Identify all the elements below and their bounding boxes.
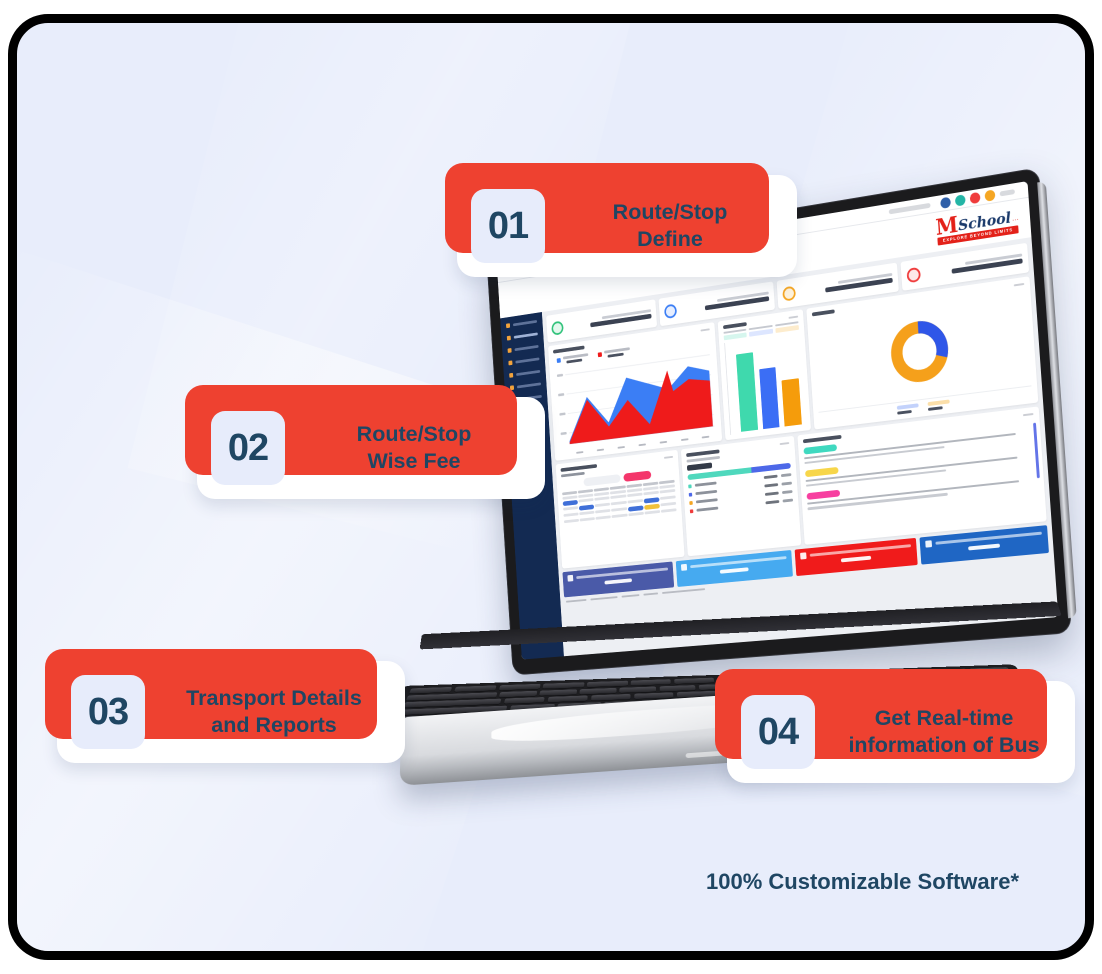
feature-card-04[interactable]: 04 Get Real-time information of Bus xyxy=(715,669,1075,783)
dashboard-icon xyxy=(505,323,511,329)
donut-chart-title xyxy=(811,309,835,317)
fees-icon xyxy=(508,360,513,366)
students-icon xyxy=(506,335,511,341)
area-chart-menu-icon[interactable] xyxy=(700,328,710,332)
address-bar[interactable] xyxy=(888,202,931,214)
logo-dots-icon: ··· xyxy=(1011,215,1019,224)
teachers-kpi-icon xyxy=(663,303,678,319)
sidebar-item-exams[interactable] xyxy=(507,368,543,379)
notice-board-widget xyxy=(797,406,1047,545)
settings-icon[interactable] xyxy=(984,188,996,202)
menu-icon[interactable] xyxy=(999,188,1015,196)
notice-board-menu-icon[interactable] xyxy=(1022,412,1034,417)
result-subtitle xyxy=(686,455,720,463)
feature-number-01: 01 xyxy=(471,189,545,263)
exams-icon xyxy=(509,372,514,378)
donut-legend-swatch-2 xyxy=(927,399,950,407)
dashboard-content xyxy=(541,237,1059,657)
feature-number-04: 04 xyxy=(741,695,815,769)
feature-card-02[interactable]: 02 Route/Stop Wise Fee xyxy=(185,385,545,499)
bar-category-b xyxy=(758,367,780,430)
calendar-view-today[interactable] xyxy=(623,470,652,483)
legend-swatch-series-a xyxy=(556,358,561,364)
donut-chart-menu-icon[interactable] xyxy=(1013,282,1025,287)
messages-icon[interactable] xyxy=(954,193,966,207)
linkedin-icon xyxy=(925,540,933,548)
feature-number-02: 02 xyxy=(211,411,285,485)
alerts-icon[interactable] xyxy=(969,191,981,204)
customizable-software-note: 100% Customizable Software* xyxy=(706,869,1019,894)
teachers-icon xyxy=(507,348,512,354)
donut-legend-swatch-1 xyxy=(896,403,919,410)
facebook-icon xyxy=(567,574,574,582)
expense-bar-chart-card xyxy=(717,309,811,441)
calendar-month-label xyxy=(560,471,585,478)
bar-chart-menu-icon[interactable] xyxy=(788,315,799,320)
result-breakdown-list xyxy=(688,473,794,513)
poster-frame: M School ··· EXPLORE BEYOND LIMITS 01 Ro… xyxy=(8,14,1094,960)
result-menu-icon[interactable] xyxy=(779,441,790,446)
notice-board-title xyxy=(802,434,842,444)
revenue-kpi-icon xyxy=(906,266,921,283)
feature-title-01: Route/Stop Define xyxy=(612,200,728,251)
students-kpi-icon xyxy=(551,320,564,336)
sidebar-item-dashboard[interactable] xyxy=(504,318,540,330)
logo-mark: M xyxy=(934,211,959,241)
mschool-logo: M School ··· EXPLORE BEYOND LIMITS xyxy=(934,206,1019,246)
calendar-title xyxy=(560,464,598,472)
result-widget xyxy=(680,435,802,557)
feature-card-03[interactable]: 03 Transport Details and Reports xyxy=(45,649,405,763)
feature-number-03: 03 xyxy=(71,675,145,749)
calendar-widget xyxy=(555,449,685,569)
bar-category-a xyxy=(735,352,758,432)
bar-category-c xyxy=(781,377,802,427)
revenue-area-chart-card xyxy=(547,322,723,461)
notice-tag xyxy=(803,444,838,455)
feature-title-03: Transport Details and Reports xyxy=(186,686,362,737)
bar-chart-plot xyxy=(724,332,806,436)
staff-kpi-icon xyxy=(782,285,797,302)
twitter-icon xyxy=(680,563,688,571)
legend-swatch-series-b xyxy=(597,352,603,358)
feature-title-02: Route/Stop Wise Fee xyxy=(356,422,472,473)
sidebar-item-teachers[interactable] xyxy=(505,343,541,354)
donut-chart-svg xyxy=(888,316,952,388)
sidebar-item-students[interactable] xyxy=(504,330,540,341)
result-total-value xyxy=(686,462,713,471)
sidebar-item-transport[interactable] xyxy=(508,380,544,391)
profile-avatar-icon[interactable] xyxy=(940,196,951,209)
feature-title-04: Get Real-time information of Bus xyxy=(848,706,1040,757)
youtube-icon xyxy=(800,552,807,560)
calendar-view-month[interactable] xyxy=(583,474,621,487)
calendar-menu-icon[interactable] xyxy=(663,455,674,460)
feature-card-01[interactable]: 01 Route/Stop Define xyxy=(445,163,797,277)
area-chart-title xyxy=(552,345,585,354)
sidebar-item-fees[interactable] xyxy=(506,355,542,366)
